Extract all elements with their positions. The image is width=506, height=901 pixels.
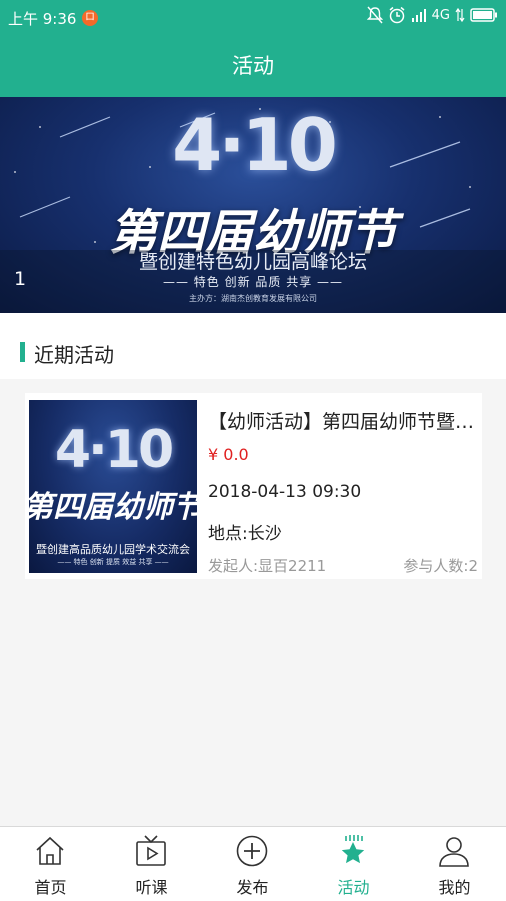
activity-thumbnail: 4·10 第四届幼师节 暨创建高品质幼儿园学术交流会 —— 特色 创新 提质 效… bbox=[29, 400, 197, 573]
banner-carousel[interactable]: 4·10 第四届幼师节 暨创建特色幼儿园高峰论坛 —— 特色 创新 品质 共享 … bbox=[0, 97, 506, 313]
thumbnail-title: 第四届幼师节 bbox=[29, 490, 197, 525]
banner-date: 4·10 bbox=[172, 103, 338, 187]
network-type: 4G bbox=[431, 7, 450, 23]
nav-activity[interactable]: 活动 bbox=[303, 827, 404, 901]
nav-listen[interactable]: 听课 bbox=[101, 827, 202, 901]
section-header: 近期活动 bbox=[0, 313, 506, 379]
thumbnail-subtitle: 暨创建高品质幼儿园学术交流会 bbox=[36, 543, 190, 556]
activity-participants: 参与人数:2 bbox=[403, 557, 478, 575]
plus-circle-icon bbox=[236, 835, 268, 867]
section-title: 近期活动 bbox=[34, 343, 114, 367]
nav-publish-label: 发布 bbox=[236, 878, 269, 897]
nav-publish[interactable]: 发布 bbox=[202, 827, 303, 901]
battery-icon bbox=[470, 8, 497, 22]
banner-tags: —— 特色 创新 品质 共享 —— bbox=[162, 275, 344, 289]
home-icon bbox=[36, 836, 64, 865]
status-icons: 4G bbox=[366, 6, 498, 24]
notification-badge: ロ bbox=[82, 10, 98, 26]
activity-datetime: 2018-04-13 09:30 bbox=[208, 482, 362, 502]
activity-title: 【幼师活动】第四届幼师节暨创建特色幼儿园高峰论坛 bbox=[208, 411, 478, 433]
nav-mine[interactable]: 我的 bbox=[404, 827, 505, 901]
status-bar: 上午 9:36 ロ 4G bbox=[0, 0, 506, 36]
user-icon bbox=[439, 837, 469, 867]
activity-organizer: 发起人:显百2211 bbox=[208, 557, 327, 575]
nav-listen-label: 听课 bbox=[135, 878, 168, 897]
nav-activity-label: 活动 bbox=[337, 878, 370, 897]
data-arrows-icon bbox=[455, 7, 465, 23]
status-time: 上午 9:36 bbox=[8, 10, 77, 28]
section-accent-bar bbox=[20, 342, 25, 362]
activity-location: 地点:长沙 bbox=[208, 524, 282, 544]
banner-host: 主办方：湖南杰创教育发展有限公司 bbox=[189, 294, 317, 303]
tv-play-icon bbox=[136, 835, 166, 866]
banner-subtitle: 暨创建特色幼儿园高峰论坛 bbox=[138, 251, 367, 273]
signal-icon bbox=[411, 9, 426, 22]
mute-bell-icon bbox=[366, 6, 383, 24]
nav-mine-label: 我的 bbox=[438, 878, 471, 897]
star-icon bbox=[341, 835, 365, 864]
app-bar: 活动 bbox=[0, 36, 506, 97]
activity-price: ¥ 0.0 bbox=[208, 445, 249, 464]
nav-home-label: 首页 bbox=[34, 878, 67, 897]
bottom-nav: 首页 听课 发布 活动 我的 bbox=[0, 826, 506, 901]
alarm-icon bbox=[389, 6, 405, 24]
nav-home[interactable]: 首页 bbox=[0, 827, 101, 901]
thumbnail-date: 4·10 bbox=[54, 420, 174, 480]
page-title: 活动 bbox=[232, 54, 274, 78]
banner-index: 1 bbox=[14, 268, 27, 290]
thumbnail-tags: —— 特色 创新 提质 效益 共享 —— bbox=[57, 558, 169, 566]
activity-card[interactable]: 4·10 第四届幼师节 暨创建高品质幼儿园学术交流会 —— 特色 创新 提质 效… bbox=[25, 393, 482, 579]
